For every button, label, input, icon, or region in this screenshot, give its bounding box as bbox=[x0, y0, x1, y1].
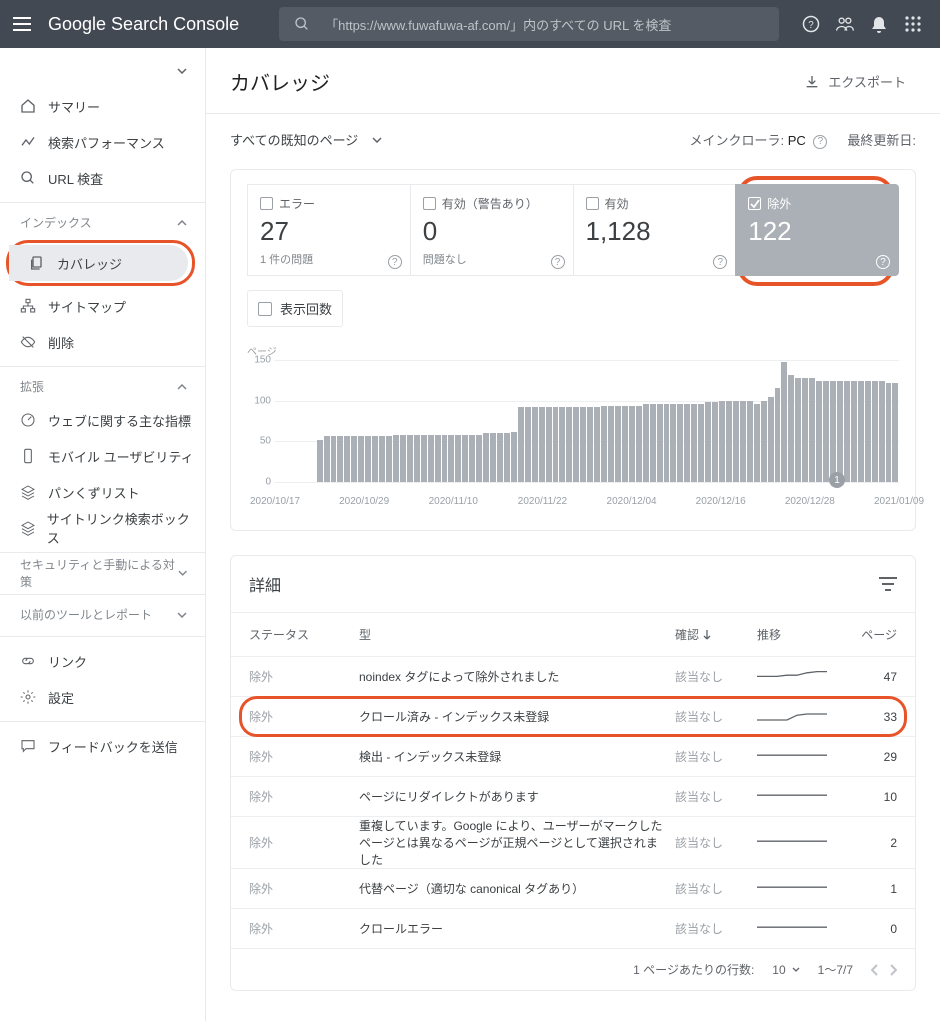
table-row[interactable]: 除外クロールエラー該当なし0 bbox=[231, 908, 915, 948]
sidebar-section-security[interactable]: セキュリティと手動による対策 bbox=[0, 552, 205, 588]
svg-text:?: ? bbox=[808, 20, 814, 31]
table-row[interactable]: 除外noindex タグによって除外されました該当なし47 bbox=[231, 656, 915, 696]
page-title: カバレッジ bbox=[230, 67, 330, 96]
sidebar: サマリー 検索パフォーマンス URL 検査 インデックス カバレッジ サイトマッ… bbox=[0, 48, 206, 1021]
sidebar-item-links[interactable]: リンク bbox=[0, 643, 195, 679]
table-row[interactable]: 除外検出 - インデックス未登録該当なし29 bbox=[231, 736, 915, 776]
apps-icon[interactable] bbox=[896, 16, 930, 32]
eye-off-icon bbox=[20, 334, 48, 350]
app-bar: GoogleSearch Console 「https://www.fuwafu… bbox=[0, 0, 940, 48]
property-selector[interactable] bbox=[0, 54, 205, 88]
table-header: ステータス 型 確認 推移 ページ bbox=[231, 612, 915, 656]
page-filter-dropdown[interactable]: すべての既知のページ bbox=[230, 130, 382, 149]
help-icon[interactable]: ? bbox=[713, 255, 727, 269]
sidebar-item-sitelinks[interactable]: サイトリンク検索ボックス bbox=[0, 510, 195, 546]
gauge-icon bbox=[20, 412, 48, 428]
sidebar-section-enhance[interactable]: 拡張 bbox=[0, 366, 205, 402]
filter-icon[interactable] bbox=[879, 577, 897, 591]
sidebar-item-settings[interactable]: 設定 bbox=[0, 679, 195, 715]
status-card-有効[interactable]: 有効1,128 ? bbox=[573, 184, 736, 276]
link-icon bbox=[20, 653, 48, 669]
chart-line-icon bbox=[20, 134, 48, 150]
checkbox-icon bbox=[258, 302, 272, 316]
table-row[interactable]: 除外代替ページ（適切な canonical タグあり）該当なし1 bbox=[231, 868, 915, 908]
sidebar-item-feedback[interactable]: フィードバックを送信 bbox=[0, 728, 195, 764]
status-card-除外[interactable]: 除外122 ? bbox=[735, 184, 899, 276]
sidebar-item-breadcrumb[interactable]: パンくずリスト bbox=[0, 474, 195, 510]
status-cards: エラー271 件の問題?有効（警告あり）0問題なし?有効1,128 ?除外122… bbox=[247, 184, 899, 276]
last-updated-label: 最終更新日: bbox=[847, 130, 916, 149]
sidebar-item-url-inspect[interactable]: URL 検査 bbox=[0, 160, 195, 196]
search-placeholder: 「https://www.fuwafuwa-af.com/」内のすべての URL… bbox=[325, 15, 671, 34]
sidebar-section-index[interactable]: インデックス bbox=[0, 202, 205, 238]
sidebar-section-legacy[interactable]: 以前のツールとレポート bbox=[0, 594, 205, 630]
status-card-エラー[interactable]: エラー271 件の問題? bbox=[247, 184, 410, 276]
coverage-chart: ページ 1 050100150 2020/10/172020/10/292020… bbox=[247, 343, 899, 512]
sort-confirmation[interactable]: 確認 bbox=[675, 626, 757, 643]
stats-panel: エラー271 件の問題?有効（警告あり）0問題なし?有効1,128 ?除外122… bbox=[230, 169, 916, 531]
sidebar-item-coverage[interactable]: カバレッジ bbox=[9, 245, 188, 281]
people-icon[interactable] bbox=[828, 15, 862, 33]
sidebar-item-summary[interactable]: サマリー bbox=[0, 88, 195, 124]
layers-icon bbox=[20, 520, 47, 536]
bell-icon[interactable] bbox=[862, 15, 896, 33]
chevron-down-icon bbox=[372, 137, 382, 143]
table-row[interactable]: 除外ページにリダイレクトがあります該当なし10 bbox=[231, 776, 915, 816]
chevron-up-icon bbox=[177, 220, 187, 226]
help-icon[interactable]: ? bbox=[794, 15, 828, 33]
gear-icon bbox=[20, 689, 48, 705]
layers-icon bbox=[20, 484, 48, 500]
chevron-down-icon bbox=[177, 68, 187, 74]
table-row[interactable]: 除外重複しています。Google により、ユーザーがマークしたページとは異なるペ… bbox=[231, 816, 915, 868]
home-icon bbox=[20, 98, 48, 114]
help-icon[interactable]: ? bbox=[388, 255, 402, 269]
chevron-down-icon bbox=[178, 570, 187, 576]
sidebar-item-mobile[interactable]: モバイル ユーザビリティ bbox=[0, 438, 195, 474]
search-icon bbox=[20, 170, 48, 186]
details-title: 詳細 bbox=[249, 572, 281, 596]
status-card-有効（警告あり）[interactable]: 有効（警告あり）0問題なし? bbox=[410, 184, 573, 276]
download-icon bbox=[804, 74, 820, 90]
sidebar-item-sitemaps[interactable]: サイトマップ bbox=[0, 288, 195, 324]
help-icon[interactable]: ? bbox=[551, 255, 565, 269]
impressions-toggle[interactable]: 表示回数 bbox=[247, 290, 343, 327]
highlight-coverage: カバレッジ bbox=[6, 240, 195, 286]
mobile-icon bbox=[20, 448, 48, 464]
search-icon bbox=[293, 16, 311, 32]
menu-icon[interactable] bbox=[10, 12, 34, 36]
chevron-down-icon bbox=[792, 967, 800, 972]
crawler-label: メインクローラ: PC ? bbox=[689, 130, 827, 149]
help-icon[interactable]: ? bbox=[876, 255, 890, 269]
sidebar-item-performance[interactable]: 検索パフォーマンス bbox=[0, 124, 195, 160]
chart-marker[interactable]: 1 bbox=[829, 472, 845, 488]
feedback-icon bbox=[20, 738, 48, 754]
help-icon[interactable]: ? bbox=[813, 135, 827, 149]
rows-per-page-select[interactable]: 10 bbox=[772, 963, 799, 977]
sitemap-icon bbox=[20, 298, 48, 314]
arrow-down-icon bbox=[703, 630, 711, 640]
chevron-down-icon bbox=[177, 612, 187, 618]
prev-page-button[interactable] bbox=[871, 964, 879, 976]
logo[interactable]: GoogleSearch Console bbox=[48, 14, 239, 35]
export-button[interactable]: エクスポート bbox=[794, 66, 916, 97]
main: カバレッジ エクスポート すべての既知のページ メインクローラ: PC ? 最終… bbox=[206, 48, 940, 1021]
pages-icon bbox=[29, 255, 57, 271]
chevron-up-icon bbox=[177, 384, 187, 390]
next-page-button[interactable] bbox=[889, 964, 897, 976]
table-row[interactable]: 除外クロール済み - インデックス未登録該当なし33 bbox=[231, 696, 915, 736]
url-search[interactable]: 「https://www.fuwafuwa-af.com/」内のすべての URL… bbox=[279, 7, 779, 41]
sidebar-item-cwv[interactable]: ウェブに関する主な指標 bbox=[0, 402, 195, 438]
sidebar-item-removals[interactable]: 削除 bbox=[0, 324, 195, 360]
details-panel: 詳細 ステータス 型 確認 推移 ページ 除外noindex タグによって除外さ… bbox=[230, 555, 916, 991]
table-pager: 1 ページあたりの行数: 10 1～7/7 bbox=[231, 948, 915, 990]
page-range: 1～7/7 bbox=[818, 961, 853, 978]
